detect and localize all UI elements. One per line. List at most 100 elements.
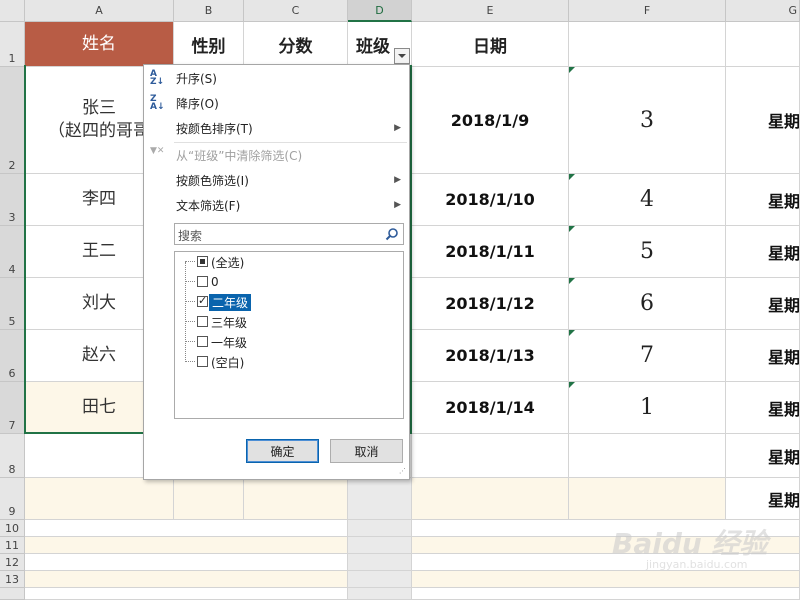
row-14-cells-right[interactable]: [412, 588, 800, 600]
checkbox-unchecked[interactable]: [197, 336, 208, 347]
cell-e7[interactable]: 2018/1/14: [412, 382, 569, 434]
cell-e1[interactable]: 日期: [412, 22, 569, 67]
menu-sort-ascending[interactable]: A Z↓ 升序(S): [144, 67, 409, 89]
row-10-cells-right[interactable]: [412, 520, 800, 537]
cell-e4[interactable]: 2018/1/11: [412, 226, 569, 278]
row-header-3[interactable]: 3: [0, 174, 25, 226]
cell-f1[interactable]: [569, 22, 726, 67]
cell-g2[interactable]: 星期: [726, 67, 800, 174]
cell-e5[interactable]: 2018/1/12: [412, 278, 569, 330]
checkbox-checked[interactable]: ✓: [197, 294, 208, 307]
cell-d11[interactable]: [348, 537, 412, 554]
cell-g5[interactable]: 星期: [726, 278, 800, 330]
cell-d14[interactable]: [348, 588, 412, 600]
cell-g1[interactable]: [726, 22, 800, 67]
column-header-e[interactable]: E: [412, 0, 569, 22]
cell-d9[interactable]: [348, 478, 412, 520]
filter-value-list[interactable]: (全选) 0 ✓ 二年级 三年级 一年级 (空白): [174, 251, 404, 419]
row-header-8[interactable]: 8: [0, 434, 25, 478]
cell-f7[interactable]: 1: [569, 382, 726, 434]
cell-g8[interactable]: 星期: [726, 434, 800, 478]
filter-item-select-all[interactable]: (全选): [175, 252, 403, 272]
cell-e6[interactable]: 2018/1/13: [412, 330, 569, 382]
row-header-12[interactable]: 12: [0, 554, 25, 571]
cancel-button[interactable]: 取消: [330, 439, 403, 463]
cell-e3[interactable]: 2018/1/10: [412, 174, 569, 226]
filter-item[interactable]: 一年级: [175, 332, 403, 352]
row-header-4[interactable]: 4: [0, 226, 25, 278]
cell-f3[interactable]: 4: [569, 174, 726, 226]
menu-text-filter[interactable]: 文本筛选(F) ▶: [144, 194, 409, 216]
checkbox-unchecked[interactable]: [197, 356, 208, 367]
tree-branch: [185, 361, 195, 362]
column-header-a[interactable]: A: [25, 0, 174, 22]
filter-item[interactable]: 三年级: [175, 312, 403, 332]
cell-f9[interactable]: [569, 478, 726, 520]
row-11-cells-right[interactable]: [412, 537, 800, 554]
column-header-g[interactable]: G: [726, 0, 800, 22]
cell-f8[interactable]: [569, 434, 726, 478]
cell-g9[interactable]: 星期: [726, 478, 800, 520]
row-header-10[interactable]: 10: [0, 520, 25, 537]
row-header-6[interactable]: 6: [0, 330, 25, 382]
row-header-5[interactable]: 5: [0, 278, 25, 330]
filter-item[interactable]: ✓ 二年级: [175, 292, 403, 312]
cell-f6[interactable]: 7: [569, 330, 726, 382]
date-value: 2018/1/10: [445, 190, 535, 209]
cell-d10[interactable]: [348, 520, 412, 537]
column-header-f[interactable]: F: [569, 0, 726, 22]
menu-sort-by-color[interactable]: 按颜色排序(T) ▶: [144, 117, 409, 139]
row-header-2[interactable]: 2: [0, 67, 25, 174]
filter-item[interactable]: (空白): [175, 352, 403, 372]
cell-g7[interactable]: 星期: [726, 382, 800, 434]
cell-b1[interactable]: 性别: [174, 22, 244, 67]
filter-search-input[interactable]: 搜索: [174, 223, 404, 245]
name-value: 刘大: [82, 293, 116, 314]
row-12-cells[interactable]: [25, 554, 348, 571]
row-header-1[interactable]: 1: [0, 22, 25, 67]
menu-filter-by-color[interactable]: 按颜色筛选(I) ▶: [144, 169, 409, 191]
resize-grip-icon[interactable]: ⋰: [399, 468, 407, 477]
row-10-cells[interactable]: [25, 520, 348, 537]
filter-item[interactable]: 0: [175, 272, 403, 292]
cell-c9[interactable]: [244, 478, 348, 520]
cell-e8[interactable]: [412, 434, 569, 478]
row-14-cells[interactable]: [25, 588, 348, 600]
autofilter-menu[interactable]: A Z↓ 升序(S) Z A↓ 降序(O) 按颜色排序(T) ▶ ▼✕ 从“班级”中…: [143, 64, 410, 480]
row-header-14[interactable]: [0, 588, 25, 600]
cell-f5[interactable]: 6: [569, 278, 726, 330]
row-13-cells-right[interactable]: [412, 571, 800, 588]
spreadsheet[interactable]: A B C D E F G 1 2 3 4 5 6 7 8 9 10 11 12…: [0, 0, 800, 600]
cell-g6[interactable]: 星期: [726, 330, 800, 382]
column-header-b[interactable]: B: [174, 0, 244, 22]
row-11-cells[interactable]: [25, 537, 348, 554]
row-12-cells-right[interactable]: [412, 554, 800, 571]
row-header-11[interactable]: 11: [0, 537, 25, 554]
ok-button[interactable]: 确定: [246, 439, 319, 463]
cell-e9[interactable]: [412, 478, 569, 520]
search-icon: [385, 228, 398, 241]
select-all-corner[interactable]: [0, 0, 25, 22]
row-header-7[interactable]: 7: [0, 382, 25, 434]
checkbox-unchecked[interactable]: [197, 316, 208, 327]
cell-d13[interactable]: [348, 571, 412, 588]
cell-d12[interactable]: [348, 554, 412, 571]
filter-dropdown-button[interactable]: [394, 48, 410, 64]
checkbox-partial[interactable]: [197, 256, 208, 267]
menu-sort-descending[interactable]: Z A↓ 降序(O): [144, 92, 409, 114]
row-header-9[interactable]: 9: [0, 478, 25, 520]
row-header-13[interactable]: 13: [0, 571, 25, 588]
cell-g3[interactable]: 星期: [726, 174, 800, 226]
cell-g4[interactable]: 星期: [726, 226, 800, 278]
cell-e2[interactable]: 2018/1/9: [412, 67, 569, 174]
row-13-cells[interactable]: [25, 571, 348, 588]
cell-f4[interactable]: 5: [569, 226, 726, 278]
cell-c1[interactable]: 分数: [244, 22, 348, 67]
cell-b9[interactable]: [174, 478, 244, 520]
column-header-c[interactable]: C: [244, 0, 348, 22]
cell-a9[interactable]: [25, 478, 174, 520]
checkbox-unchecked[interactable]: [197, 276, 208, 287]
cell-a1[interactable]: 姓名: [25, 22, 174, 67]
cell-f2[interactable]: 3: [569, 67, 726, 174]
column-header-d[interactable]: D: [348, 0, 412, 22]
